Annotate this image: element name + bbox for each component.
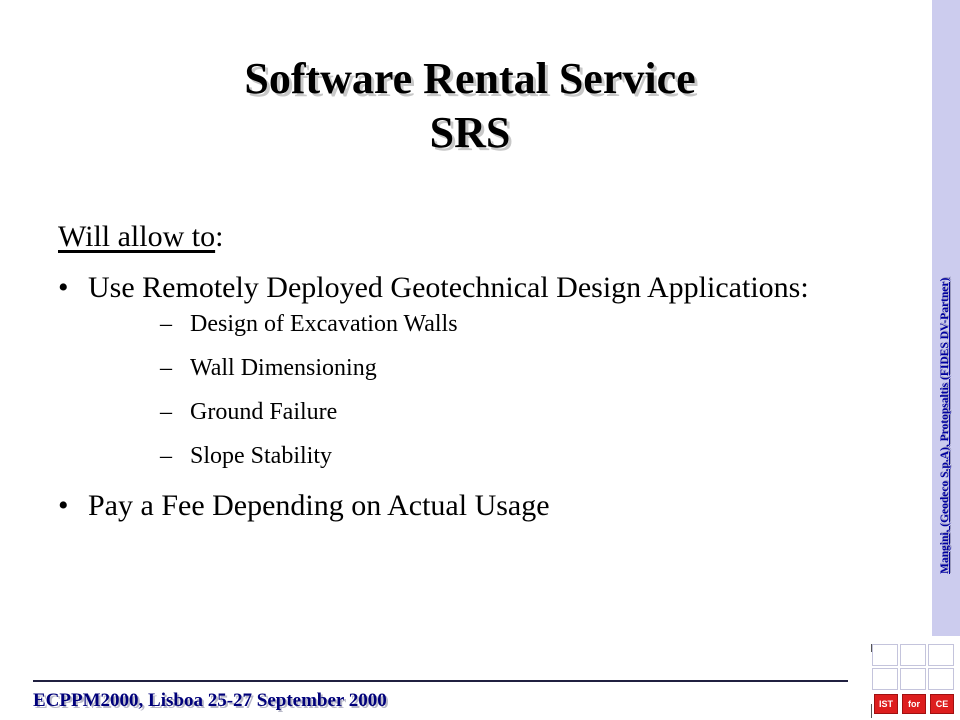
logo-tag-ce: CE — [930, 694, 954, 714]
slide-title: Software Rental Service SRS — [0, 52, 940, 160]
bullet-list: • Use Remotely Deployed Geotechnical Des… — [58, 270, 848, 524]
dash-icon: – — [160, 311, 172, 337]
logo-tick — [871, 644, 872, 652]
sub-item-text: Ground Failure — [190, 399, 338, 425]
side-credit: Mangini, (Geodeco S.p.A), Protopsaltis (… — [939, 277, 951, 574]
sub-item: – Wall Dimensioning — [160, 356, 848, 380]
title-line-1: Software Rental Service — [244, 54, 696, 103]
sub-list: – Design of Excavation Walls – Wall Dimens… — [160, 312, 848, 468]
sub-item: – Ground Failure — [160, 400, 848, 424]
logo-cell — [900, 668, 926, 690]
logo-cell — [900, 644, 926, 666]
sub-item-text: Slope Stability — [190, 443, 333, 469]
ist-for-ce-logo: IST for CE — [872, 638, 956, 718]
intro-underlined: Will allow to — [58, 220, 216, 253]
logo-cell — [928, 668, 954, 690]
logo-cell — [928, 644, 954, 666]
logo-tick — [871, 704, 872, 718]
bullet-text: Use Remotely Deployed Geotechnical Desig… — [88, 271, 809, 304]
sub-item: – Slope Stability — [160, 444, 848, 468]
footer-text: ECPPM2000, Lisboa 25-27 September 2000 — [33, 690, 387, 711]
logo-tag-ist: IST — [874, 694, 898, 714]
logo-cell — [872, 668, 898, 690]
intro-suffix: : — [215, 220, 224, 253]
bullet-item: • Pay a Fee Depending on Actual Usage — [58, 488, 848, 524]
footer-divider — [33, 680, 848, 682]
bullet-icon: • — [58, 489, 69, 522]
logo-cell — [872, 644, 898, 666]
sub-item-text: Design of Excavation Walls — [190, 311, 458, 337]
bullet-icon: • — [58, 271, 69, 304]
bullet-item: • Use Remotely Deployed Geotechnical Des… — [58, 270, 848, 468]
dash-icon: – — [160, 443, 172, 469]
title-line-2: SRS — [429, 108, 511, 157]
dash-icon: – — [160, 399, 172, 425]
dash-icon: – — [160, 355, 172, 381]
sub-item-text: Wall Dimensioning — [190, 355, 377, 381]
intro-line: Will allow to: — [58, 214, 848, 260]
logo-tag-for: for — [902, 694, 926, 714]
slide-content: Will allow to: • Use Remotely Deployed G… — [58, 214, 848, 524]
sub-item: – Design of Excavation Walls — [160, 312, 848, 336]
bullet-text: Pay a Fee Depending on Actual Usage — [88, 489, 550, 522]
